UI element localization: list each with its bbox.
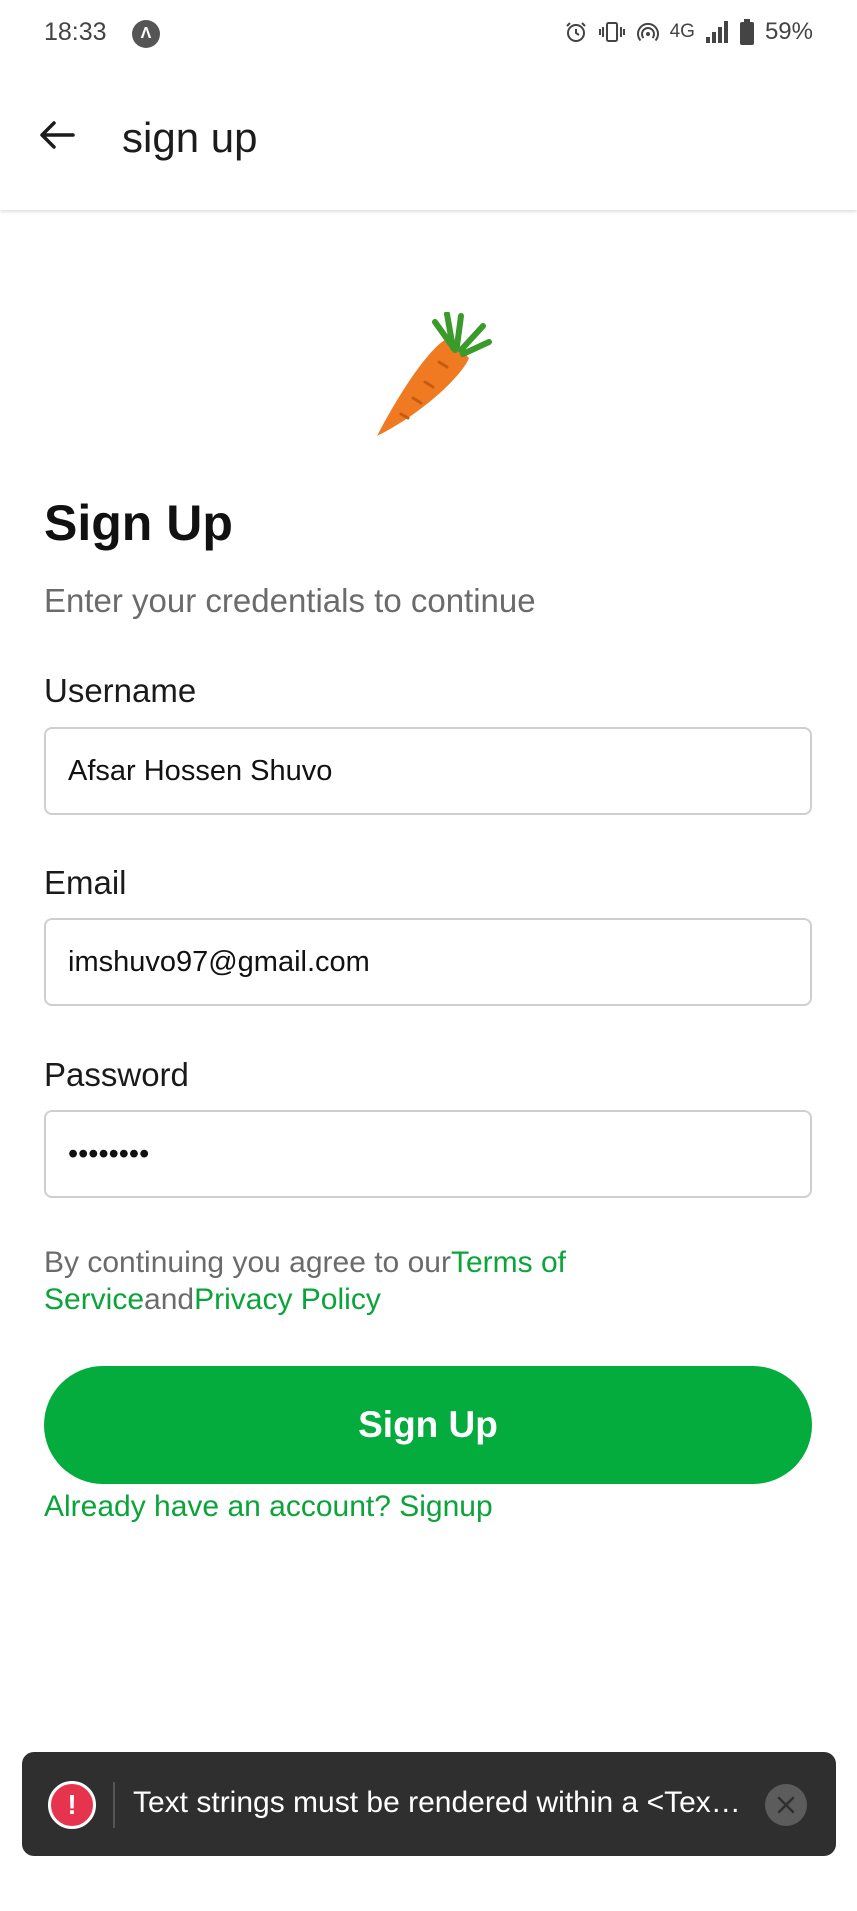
toast-divider: [113, 1782, 115, 1828]
password-input[interactable]: [44, 1110, 812, 1198]
terms-prefix: By continuing you agree to our: [44, 1246, 451, 1279]
email-input[interactable]: [44, 918, 812, 1006]
battery-icon: [739, 19, 754, 45]
signal-icon: [705, 21, 728, 43]
back-button[interactable]: [30, 108, 84, 162]
page-title: Sign Up: [44, 495, 233, 551]
username-label: Username: [44, 672, 197, 709]
exclamation-icon: !: [48, 1781, 96, 1829]
alarm-icon: [565, 22, 586, 42]
username-input[interactable]: [44, 727, 812, 815]
password-label: Password: [44, 1056, 189, 1093]
toast-message: Text strings must be rendered within a <…: [133, 1786, 741, 1819]
arrow-left-icon: [40, 121, 75, 149]
terms-connector: and: [144, 1283, 195, 1316]
privacy-policy-link[interactable]: Privacy Policy: [194, 1283, 381, 1316]
carrot-logo: [365, 311, 493, 440]
status-icons: 4G 59%: [564, 18, 813, 46]
close-icon: [777, 1796, 795, 1814]
signup-button[interactable]: Sign Up: [44, 1366, 812, 1484]
vibrate-icon: [598, 22, 625, 42]
email-label: Email: [44, 864, 127, 901]
status-time: 18:33: [44, 18, 107, 46]
network-type: 4G: [669, 21, 695, 42]
appbar-title: sign up: [122, 114, 258, 161]
terms-text: By continuing you agree to ourTerms of S…: [44, 1244, 664, 1318]
carrot-icon: [377, 311, 492, 436]
already-have-account-link[interactable]: Already have an account? Signup: [44, 1490, 493, 1524]
toast-close-button[interactable]: [765, 1784, 807, 1826]
battery-percent: 59%: [764, 18, 813, 45]
page-subtitle: Enter your credentials to continue: [44, 582, 536, 619]
hotspot-icon: [636, 22, 659, 42]
app-notification-icon: Λ: [132, 20, 160, 48]
